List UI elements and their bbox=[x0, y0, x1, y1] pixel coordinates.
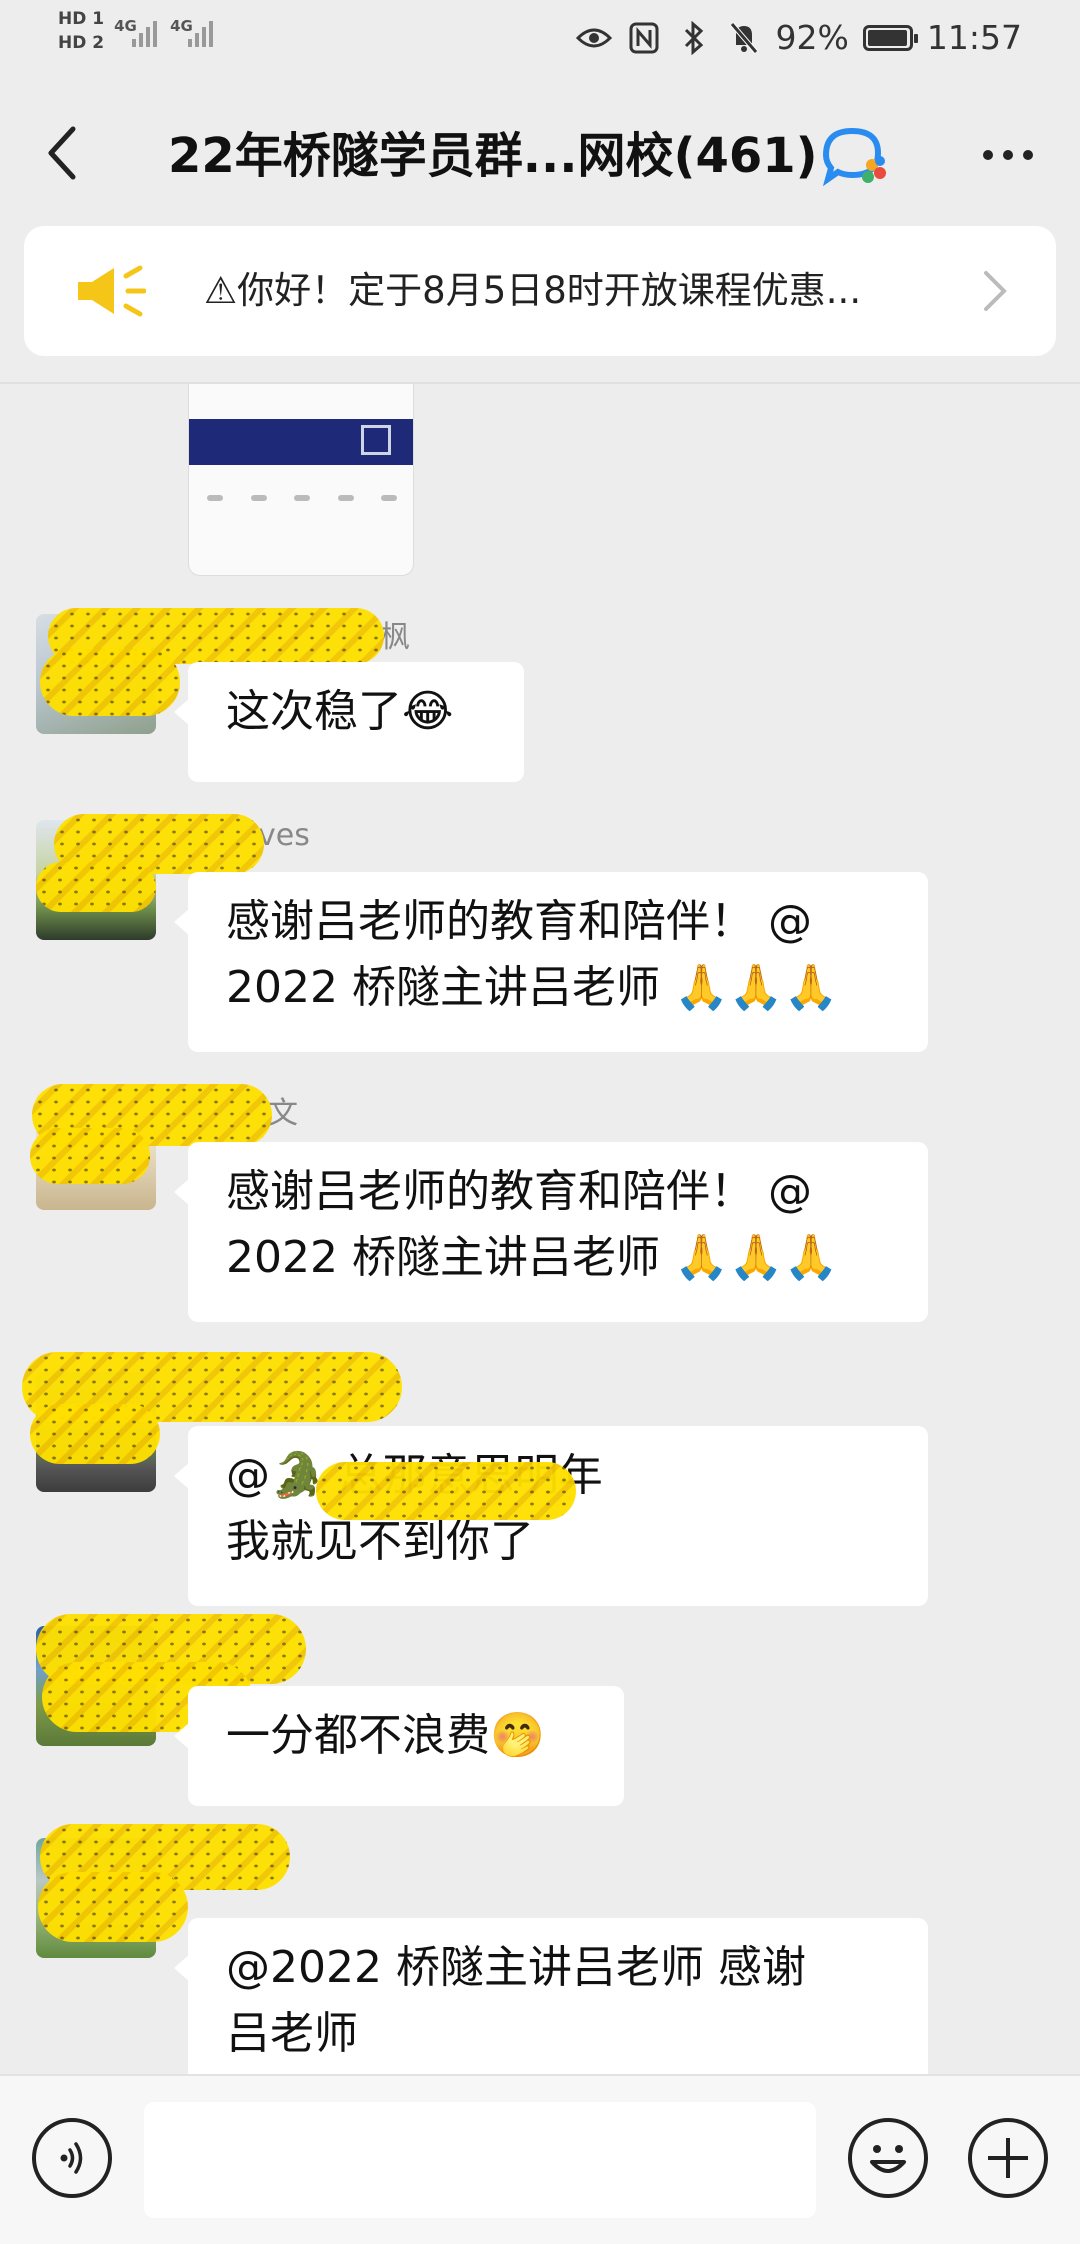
privacy-mask bbox=[40, 648, 180, 716]
message-bubble[interactable]: 一分都不浪费🤭 bbox=[174, 1686, 624, 1806]
hd-indicators: HD 1 HD 2 bbox=[58, 10, 104, 52]
message-text: 2022 桥隧主讲吕老师 🙏🙏🙏 bbox=[226, 962, 839, 1013]
group-announcement[interactable]: ⚠你好！定于8月5日8时开放课程优惠... bbox=[24, 226, 1056, 356]
message-list[interactable]: 枫 这次稳了😂 ves 感谢吕老师的教育和陪伴！ @ 2022 桥隧主讲吕老师 … bbox=[0, 384, 1080, 2074]
privacy-mask bbox=[36, 862, 156, 912]
smiley-icon bbox=[870, 2145, 906, 2173]
signal-sim2-icon: 4G bbox=[170, 11, 216, 51]
message-bubble[interactable]: 感谢吕老师的教育和陪伴！ @ 2022 桥隧主讲吕老师 🙏🙏🙏 bbox=[174, 1142, 928, 1322]
more-options-button[interactable] bbox=[976, 130, 1040, 180]
signal-sim1-icon: 4G bbox=[114, 11, 160, 51]
hd1-label: HD 1 bbox=[58, 9, 105, 29]
message-text: 这次稳了😂 bbox=[226, 686, 454, 737]
message-text: 吕老师 bbox=[226, 2008, 358, 2059]
privacy-mask bbox=[30, 1128, 150, 1184]
title-bar: 22年桥隧学员群...网校(461) bbox=[0, 80, 1080, 226]
chat-title: 22年桥隧学员群...网校(461) bbox=[168, 128, 818, 184]
chevron-left-icon bbox=[48, 126, 76, 180]
megaphone-icon bbox=[78, 265, 146, 317]
battery-icon bbox=[862, 24, 918, 51]
mute-bell-icon bbox=[726, 20, 762, 56]
message-text: @2022 桥隧主讲吕老师 感谢 bbox=[226, 1942, 806, 1993]
privacy-mask bbox=[316, 1462, 576, 1520]
clock: 11:57 bbox=[926, 18, 1022, 57]
image-message[interactable] bbox=[188, 384, 414, 576]
sender-name: 文 bbox=[268, 1096, 298, 1131]
message-text: 2022 桥隧主讲吕老师 🙏🙏🙏 bbox=[226, 1232, 839, 1283]
message-input[interactable] bbox=[144, 2102, 816, 2218]
message-text: 我就见不到你了 bbox=[226, 1516, 534, 1567]
emoji-button[interactable] bbox=[848, 2118, 928, 2198]
message-text: 一分都不浪费🤭 bbox=[226, 1710, 545, 1761]
eye-icon bbox=[575, 20, 612, 56]
voice-icon bbox=[60, 2142, 83, 2174]
bluetooth-icon bbox=[676, 20, 712, 56]
chevron-right-icon bbox=[984, 271, 1007, 311]
wecom-group-icon bbox=[822, 127, 886, 187]
message-text: 感谢吕老师的教育和陪伴！ @ bbox=[226, 896, 812, 947]
message-bubble[interactable]: 这次稳了😂 bbox=[174, 662, 524, 782]
status-left: HD 1 HD 2 4G 4G bbox=[58, 10, 216, 52]
status-right: 92% 11:57 bbox=[575, 18, 1022, 57]
nfc-icon bbox=[626, 20, 662, 56]
input-bar bbox=[0, 2074, 1080, 2244]
message-text: 感谢吕老师的教育和陪伴！ @ bbox=[226, 1166, 812, 1217]
battery-percent: 92% bbox=[775, 18, 849, 57]
announcement-text: ⚠你好！定于8月5日8时开放课程优惠... bbox=[204, 269, 862, 312]
status-bar: HD 1 HD 2 4G 4G 92% 11:57 bbox=[0, 0, 1080, 80]
message-bubble[interactable]: 感谢吕老师的教育和陪伴！ @ 2022 桥隧主讲吕老师 🙏🙏🙏 bbox=[174, 872, 928, 1052]
voice-input-button[interactable] bbox=[32, 2118, 112, 2198]
more-actions-button[interactable] bbox=[968, 2118, 1048, 2198]
privacy-mask bbox=[30, 1404, 160, 1464]
back-button[interactable] bbox=[40, 122, 84, 184]
hd2-label: HD 2 bbox=[58, 33, 105, 53]
chat-screen: HD 1 HD 2 4G 4G 92% 11:57 22年桥隧学员群...网校(… bbox=[0, 0, 1080, 2244]
sender-name: ves bbox=[258, 818, 310, 853]
sender-name: 枫 bbox=[380, 620, 410, 655]
message-bubble[interactable]: @2022 桥隧主讲吕老师 感谢 吕老师 bbox=[174, 1918, 928, 2074]
privacy-mask bbox=[38, 1872, 188, 1942]
